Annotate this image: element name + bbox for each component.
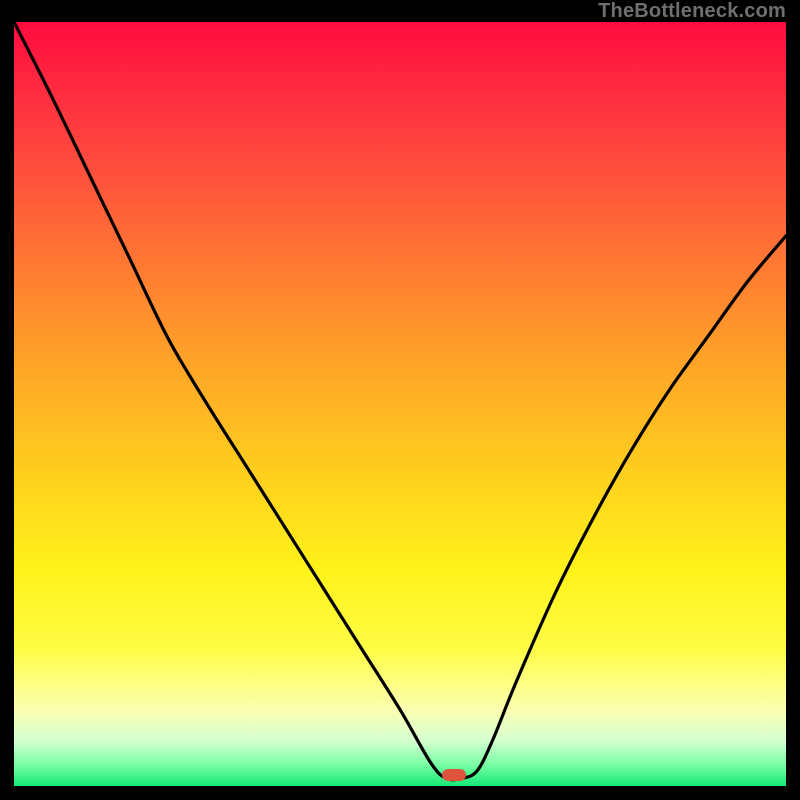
plot-area	[14, 22, 786, 786]
optimal-point-marker	[442, 769, 466, 781]
chart-frame: TheBottleneck.com	[0, 0, 800, 800]
bottleneck-curve	[14, 22, 786, 786]
watermark-text: TheBottleneck.com	[598, 0, 786, 23]
